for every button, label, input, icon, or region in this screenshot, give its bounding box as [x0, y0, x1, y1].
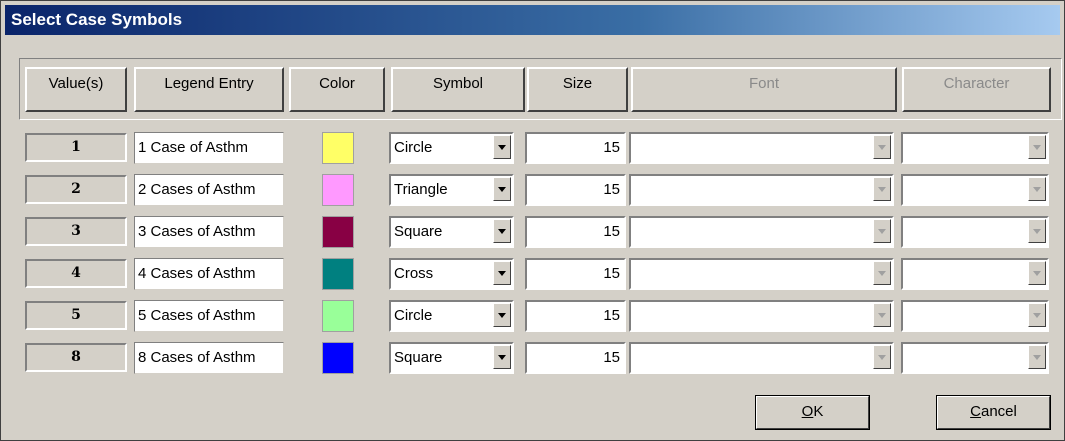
- chevron-down-icon: [498, 271, 506, 276]
- dropdown-button[interactable]: [1028, 135, 1046, 159]
- chevron-down-icon: [878, 145, 886, 150]
- symbol-select[interactable]: Circle: [389, 300, 514, 332]
- chevron-down-icon: [1033, 271, 1041, 276]
- chevron-down-icon: [878, 187, 886, 192]
- dropdown-button[interactable]: [493, 303, 511, 327]
- size-input[interactable]: 15: [525, 216, 626, 248]
- select-case-symbols-dialog: Select Case Symbols Value(s) Legend Entr…: [0, 0, 1065, 441]
- dropdown-button[interactable]: [493, 261, 511, 285]
- dropdown-button[interactable]: [1028, 345, 1046, 369]
- chevron-down-icon: [498, 145, 506, 150]
- header-size: Size: [527, 67, 628, 112]
- dropdown-button[interactable]: [873, 177, 891, 201]
- row-value-label: 3: [25, 217, 127, 246]
- color-swatch[interactable]: [322, 174, 354, 206]
- size-input[interactable]: 15: [525, 342, 626, 374]
- header-values: Value(s): [25, 67, 127, 112]
- chevron-down-icon: [1033, 313, 1041, 318]
- dropdown-button[interactable]: [873, 303, 891, 327]
- dropdown-button[interactable]: [493, 345, 511, 369]
- chevron-down-icon: [498, 187, 506, 192]
- symbol-select-value: Circle: [394, 307, 433, 324]
- dropdown-button[interactable]: [873, 345, 891, 369]
- dropdown-button[interactable]: [873, 135, 891, 159]
- dropdown-button[interactable]: [873, 219, 891, 243]
- row-value-label: 2: [25, 175, 127, 204]
- symbol-select[interactable]: Square: [389, 342, 514, 374]
- color-swatch[interactable]: [322, 132, 354, 164]
- symbol-select[interactable]: Triangle: [389, 174, 514, 206]
- row-value-label: 8: [25, 343, 127, 372]
- symbol-select-value: Circle: [394, 139, 433, 156]
- color-swatch[interactable]: [322, 258, 354, 290]
- header-legend-entry: Legend Entry: [134, 67, 284, 112]
- color-swatch[interactable]: [322, 216, 354, 248]
- dropdown-button[interactable]: [1028, 303, 1046, 327]
- title-bar[interactable]: Select Case Symbols: [5, 5, 1060, 35]
- legend-entry-field[interactable]: 8 Cases of Asthm: [134, 342, 284, 374]
- chevron-down-icon: [1033, 229, 1041, 234]
- dropdown-button[interactable]: [1028, 219, 1046, 243]
- size-input[interactable]: 15: [525, 258, 626, 290]
- size-input[interactable]: 15: [525, 132, 626, 164]
- chevron-down-icon: [878, 313, 886, 318]
- dropdown-button[interactable]: [1028, 177, 1046, 201]
- size-input[interactable]: 15: [525, 174, 626, 206]
- header-color: Color: [289, 67, 385, 112]
- cancel-mnemonic: C: [970, 403, 981, 420]
- ok-mnemonic: O: [801, 403, 814, 420]
- font-select[interactable]: [629, 174, 894, 206]
- symbol-select-value: Square: [394, 223, 443, 240]
- header-character: Character: [902, 67, 1051, 112]
- symbol-select[interactable]: Cross: [389, 258, 514, 290]
- character-select[interactable]: [901, 342, 1049, 374]
- symbol-select-value: Triangle: [394, 181, 448, 198]
- cancel-label: ancel: [980, 403, 1017, 420]
- chevron-down-icon: [878, 271, 886, 276]
- legend-entry-field[interactable]: 2 Cases of Asthm: [134, 174, 284, 206]
- font-select[interactable]: [629, 216, 894, 248]
- size-input[interactable]: 15: [525, 300, 626, 332]
- chevron-down-icon: [498, 355, 506, 360]
- chevron-down-icon: [1033, 145, 1041, 150]
- font-select[interactable]: [629, 132, 894, 164]
- symbol-select[interactable]: Circle: [389, 132, 514, 164]
- chevron-down-icon: [1033, 355, 1041, 360]
- legend-entry-field[interactable]: 1 Case of Asthm: [134, 132, 284, 164]
- ok-button[interactable]: OK: [755, 395, 870, 430]
- dropdown-button[interactable]: [493, 219, 511, 243]
- dropdown-button[interactable]: [1028, 261, 1046, 285]
- ok-label: K: [813, 403, 824, 420]
- dropdown-button[interactable]: [873, 261, 891, 285]
- dropdown-button[interactable]: [493, 135, 511, 159]
- character-select[interactable]: [901, 216, 1049, 248]
- chevron-down-icon: [878, 355, 886, 360]
- cancel-button[interactable]: Cancel: [936, 395, 1051, 430]
- character-select[interactable]: [901, 174, 1049, 206]
- header-symbol: Symbol: [391, 67, 525, 112]
- font-select[interactable]: [629, 258, 894, 290]
- header-font: Font: [631, 67, 897, 112]
- character-select[interactable]: [901, 132, 1049, 164]
- character-select[interactable]: [901, 300, 1049, 332]
- chevron-down-icon: [498, 313, 506, 318]
- legend-entry-field[interactable]: 4 Cases of Asthm: [134, 258, 284, 290]
- symbol-select-value: Cross: [394, 265, 434, 282]
- font-select[interactable]: [629, 300, 894, 332]
- symbol-select[interactable]: Square: [389, 216, 514, 248]
- chevron-down-icon: [878, 229, 886, 234]
- dropdown-button[interactable]: [493, 177, 511, 201]
- symbol-select-value: Square: [394, 349, 443, 366]
- color-swatch[interactable]: [322, 342, 354, 374]
- font-select[interactable]: [629, 342, 894, 374]
- legend-entry-field[interactable]: 3 Cases of Asthm: [134, 216, 284, 248]
- row-value-label: 1: [25, 133, 127, 162]
- character-select[interactable]: [901, 258, 1049, 290]
- row-value-label: 4: [25, 259, 127, 288]
- chevron-down-icon: [1033, 187, 1041, 192]
- row-value-label: 5: [25, 301, 127, 330]
- legend-entry-field[interactable]: 5 Cases of Asthm: [134, 300, 284, 332]
- chevron-down-icon: [498, 229, 506, 234]
- color-swatch[interactable]: [322, 300, 354, 332]
